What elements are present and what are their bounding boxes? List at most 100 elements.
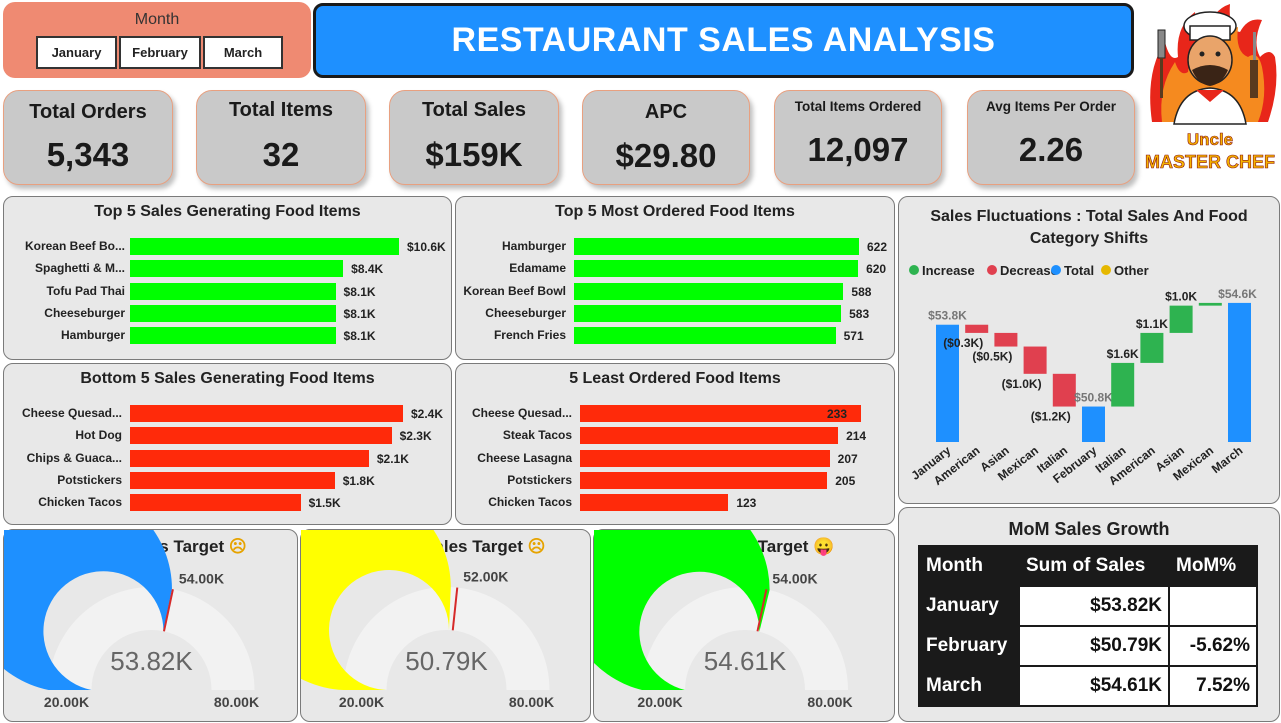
chart-title: Top 5 Sales Generating Food Items xyxy=(94,203,361,220)
waterfall-value-label: $1.1K xyxy=(1136,317,1168,331)
kpi-value: 12,097 xyxy=(807,131,909,168)
bar-value-label: 622 xyxy=(867,240,888,254)
bar-value-label: 207 xyxy=(837,451,858,466)
february-target-panel: February Sales Target ☹ 50.79K20.00K80.0… xyxy=(300,529,591,722)
kpi-total-items-ordered: Total Items Ordered 12,097 xyxy=(774,90,942,185)
sales-fluctuations-panel: Sales Fluctuations : Total Sales And Foo… xyxy=(898,196,1280,504)
gauge-max-label: 80.00K xyxy=(807,694,852,710)
kpi-avg-items-per-order: Avg Items Per Order 2.26 xyxy=(967,90,1135,185)
bar[interactable] xyxy=(130,238,399,255)
bar-value-label: 233 xyxy=(827,407,848,421)
legend-label: Decrease xyxy=(1000,263,1058,278)
chart-title: Bottom 5 Sales Generating Food Items xyxy=(80,370,375,387)
bar[interactable] xyxy=(130,304,336,322)
waterfall-value-label: ($1.0K) xyxy=(1002,377,1042,391)
bar-category-label: Korean Beef Bowl xyxy=(463,283,566,298)
table-cell-month: March xyxy=(918,665,1020,707)
table-cell-sales: $50.79K xyxy=(1018,625,1170,667)
bar[interactable] xyxy=(130,327,336,345)
bar[interactable] xyxy=(574,304,842,322)
bar[interactable] xyxy=(574,260,859,278)
bar-category-label: Chicken Tacos xyxy=(38,495,122,510)
bar[interactable] xyxy=(580,494,729,512)
kpi-value: $29.80 xyxy=(615,137,717,174)
waterfall-bar xyxy=(1111,362,1135,407)
kpi-total-sales: Total Sales $159K xyxy=(389,90,559,185)
kpi-label: Total Items xyxy=(228,99,334,121)
month-button-january[interactable]: January xyxy=(36,36,117,69)
legend-label: Total xyxy=(1064,263,1094,278)
bar[interactable] xyxy=(580,405,861,422)
bar[interactable] xyxy=(130,471,335,489)
top5-ordered-panel: Top 5 Most Ordered Food Items Hamburger 6… xyxy=(455,196,895,360)
bar[interactable] xyxy=(130,282,336,300)
bar-category-label: Steak Tacos xyxy=(502,428,572,443)
bar-category-label: Cheese Quesad... xyxy=(471,406,572,420)
kpi-apc: APC $29.80 xyxy=(582,90,750,185)
legend-marker xyxy=(1101,265,1111,275)
waterfall-category-label: March xyxy=(1209,443,1245,476)
bar-value-label: $8.4K xyxy=(351,262,384,277)
bar-category-label: Potstickers xyxy=(507,472,572,487)
bar[interactable] xyxy=(130,494,301,512)
bar[interactable] xyxy=(574,327,836,345)
bar-value-label: 123 xyxy=(736,496,757,511)
bar[interactable] xyxy=(130,260,344,278)
gauge-min-label: 20.00K xyxy=(44,694,89,710)
bar-category-label: Potstickers xyxy=(57,472,122,487)
least-ordered-panel: 5 Least Ordered Food Items Cheese Quesad… xyxy=(455,363,895,525)
mom-table: Month Sum of Sales MoM% January $53.82K … xyxy=(918,545,1258,707)
month-button-february[interactable]: February xyxy=(119,36,201,69)
legend-label: Increase xyxy=(922,263,975,278)
bar[interactable] xyxy=(580,427,839,445)
logo-text-line2: MASTER CHEF xyxy=(1145,152,1275,172)
bar[interactable] xyxy=(130,449,369,467)
gauge-max-label: 80.00K xyxy=(214,694,259,710)
bar[interactable] xyxy=(580,449,830,467)
bar-value-label: $8.1K xyxy=(343,306,376,321)
bar[interactable] xyxy=(130,405,403,422)
chart-title: 5 Least Ordered Food Items xyxy=(569,370,781,387)
waterfall-chart: Increase Decrease Total Other$53.8KJanuary(… xyxy=(908,263,1257,488)
kpi-value: 5,343 xyxy=(46,136,130,173)
bar-value-label: 214 xyxy=(846,429,867,444)
bar-category-label: Hamburger xyxy=(60,328,125,343)
bar[interactable] xyxy=(574,282,844,300)
chart-title: Top 5 Most Ordered Food Items xyxy=(555,203,795,220)
bar-value-label: $8.1K xyxy=(343,329,376,344)
bar-category-label: Chips & Guaca... xyxy=(26,450,122,465)
waterfall-bar xyxy=(1052,373,1076,407)
bar[interactable] xyxy=(580,471,828,489)
gauge-value: 54.61K xyxy=(704,646,787,676)
table-row: March $54.61K 7.52% xyxy=(918,665,1258,707)
bar-category-label: Hamburger xyxy=(501,239,566,253)
logo-text-line1: Uncle xyxy=(1187,130,1233,149)
waterfall-bar xyxy=(1023,346,1047,374)
bar-value-label: 205 xyxy=(835,473,856,488)
waterfall-value-label: $1.6K xyxy=(1107,347,1139,361)
bar-value-label: $8.1K xyxy=(343,284,376,299)
january-target-panel: January Sales Target ☹ 53.82K20.00K80.00… xyxy=(3,529,298,722)
bar[interactable] xyxy=(130,427,392,445)
table-cell-month: January xyxy=(918,585,1020,627)
bar-value-label: $1.5K xyxy=(308,496,341,511)
waterfall-value-label: $53.8K xyxy=(928,309,967,323)
title-banner: RESTAURANT SALES ANALYSIS xyxy=(313,3,1134,78)
waterfall-value-label: ($0.5K) xyxy=(972,350,1012,364)
bar[interactable] xyxy=(574,238,859,255)
bar-category-label: Korean Beef Bo... xyxy=(24,239,125,253)
bar-category-label: Hot Dog xyxy=(75,428,122,443)
bar-value-label: 571 xyxy=(843,329,864,344)
waterfall-bar xyxy=(1140,332,1164,363)
kpi-label: Total Items Ordered xyxy=(794,99,922,114)
table-cell-sales: $53.82K xyxy=(1018,585,1170,627)
gauge-chart: 54.61K 20.00K 80.00K 54.00K xyxy=(594,530,853,710)
bar-value-label: $1.8K xyxy=(342,473,375,488)
month-button-march[interactable]: March xyxy=(203,36,283,69)
table-cell-month: February xyxy=(918,625,1020,667)
bar-category-label: Cheeseburger xyxy=(485,305,566,320)
kpi-total-items: Total Items 32 xyxy=(196,90,366,185)
waterfall-value-label: $54.6K xyxy=(1218,287,1257,301)
column-header: MoM% xyxy=(1168,545,1258,587)
table-cell-mom: 7.52% xyxy=(1168,665,1258,707)
